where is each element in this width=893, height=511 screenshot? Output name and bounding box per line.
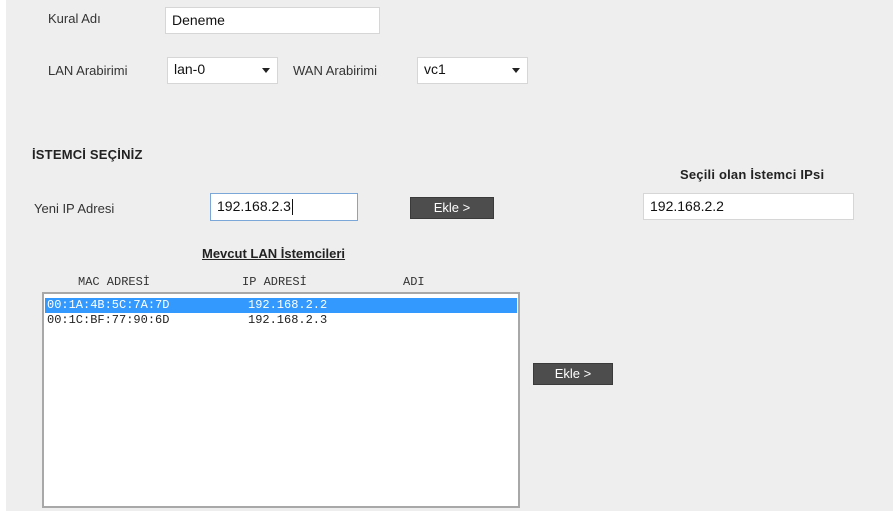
wan-interface-label: WAN Arabirimi — [293, 63, 378, 78]
rule-name-input[interactable]: Deneme — [165, 7, 380, 34]
add-client-button[interactable]: Ekle > — [533, 363, 613, 385]
lan-interface-value: lan-0 — [174, 61, 206, 77]
selected-client-ip-field[interactable]: 192.168.2.2 — [643, 193, 854, 220]
new-ip-input[interactable]: 192.168.2.3 — [210, 193, 358, 221]
lan-interface-select[interactable]: lan-0 — [167, 57, 278, 84]
add-ip-button[interactable]: Ekle > — [410, 197, 494, 219]
wan-interface-select[interactable]: vc1 — [417, 57, 528, 84]
cell-mac: 00:1C:BF:77:90:6D — [47, 313, 170, 327]
chevron-down-icon — [512, 68, 520, 73]
cell-ip: 192.168.2.2 — [248, 298, 328, 312]
text-caret — [291, 199, 293, 216]
lan-clients-title: Mevcut LAN İstemcileri — [202, 246, 346, 261]
lan-clients-listbox[interactable]: 00:1A:4B:5C:7A:7D 192.168.2.2 00:1C:BF:77:… — [42, 292, 520, 508]
settings-panel: Kural Adı Deneme LAN Arabirimi lan-0 WAN… — [6, 0, 893, 511]
lan-interface-label: LAN Arabirimi — [48, 63, 128, 78]
column-header-name: ADI — [403, 275, 425, 289]
cell-ip: 192.168.2.3 — [248, 313, 328, 327]
column-header-mac: MAC ADRESİ — [78, 275, 151, 289]
cell-mac: 00:1A:4B:5C:7A:7D — [47, 298, 170, 312]
selected-client-heading: Seçili olan İstemci IPsi — [680, 167, 825, 182]
wan-interface-value: vc1 — [424, 61, 446, 77]
new-ip-label: Yeni IP Adresi — [34, 201, 115, 216]
chevron-down-icon — [262, 68, 270, 73]
rule-name-label: Kural Adı — [48, 11, 101, 26]
new-ip-value: 192.168.2.3 — [217, 198, 291, 214]
column-header-ip: IP ADRESİ — [242, 275, 307, 289]
table-row[interactable]: 00:1C:BF:77:90:6D 192.168.2.3 — [45, 313, 517, 328]
client-section-heading: İSTEMCİ SEÇİNİZ — [32, 147, 143, 162]
table-row[interactable]: 00:1A:4B:5C:7A:7D 192.168.2.2 — [45, 298, 517, 313]
